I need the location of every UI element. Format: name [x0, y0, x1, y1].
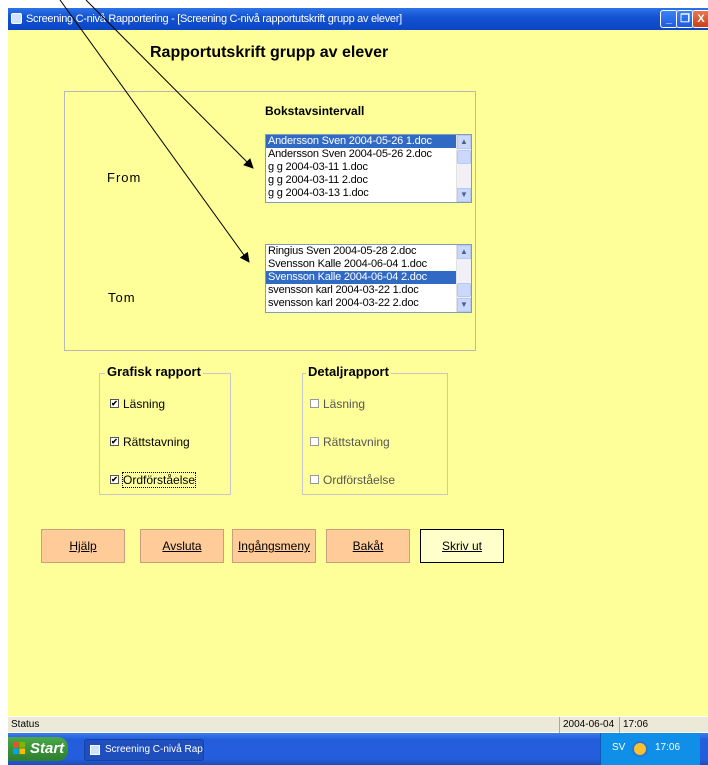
app-icon: [11, 13, 22, 24]
list-item[interactable]: Svensson Kalle 2004-06-04 2.doc: [266, 271, 456, 284]
taskbar-item-label: Screening C-nivå Rap...: [105, 744, 204, 755]
status-text: Status: [11, 719, 40, 730]
avsluta-button[interactable]: Avsluta: [140, 529, 224, 563]
interval-heading: Bokstavsintervall: [265, 104, 365, 118]
list-item[interactable]: g g 2004-03-11 1.doc: [266, 161, 456, 174]
list-item[interactable]: svensson karl 2004-03-22 2.doc: [266, 297, 456, 310]
list-item[interactable]: Andersson Sven 2004-05-26 1.doc: [266, 135, 456, 148]
tom-listbox[interactable]: Ringius Sven 2004-05-28 2.doc Svensson K…: [265, 244, 472, 313]
taskbar-item-screening[interactable]: Screening C-nivå Rap...: [84, 739, 204, 761]
tray-clock[interactable]: 17:06: [655, 742, 680, 753]
scroll-up-icon[interactable]: ▲: [457, 245, 471, 259]
grafisk-rattstavning-checkbox[interactable]: Rättstavning: [110, 436, 190, 449]
list-item[interactable]: svensson karl 2004-03-22 1.doc: [266, 284, 456, 297]
checkbox-checked-icon[interactable]: [110, 437, 119, 447]
list-item[interactable]: Ringius Sven 2004-05-28 2.doc: [266, 245, 456, 258]
from-label: From: [107, 170, 142, 185]
hjalp-button[interactable]: Hjälp: [41, 529, 125, 563]
scroll-up-icon[interactable]: ▲: [457, 135, 471, 149]
list-item[interactable]: Svensson Kalle 2004-06-04 1.doc: [266, 258, 456, 271]
network-icon[interactable]: [632, 741, 648, 757]
list-item[interactable]: g g 2004-03-11 2.doc: [266, 174, 456, 187]
from-scrollbar[interactable]: ▲ ▼: [456, 135, 471, 202]
tom-scrollbar[interactable]: ▲ ▼: [456, 245, 471, 312]
list-item[interactable]: g g 2004-03-13 1.doc: [266, 187, 456, 200]
language-indicator[interactable]: SV: [612, 742, 625, 753]
checkbox-unchecked-icon[interactable]: [310, 475, 319, 485]
scroll-thumb[interactable]: [457, 283, 471, 297]
status-date: 2004-06-04: [559, 717, 619, 733]
windows-logo-icon: [13, 742, 26, 755]
list-item[interactable]: Andersson Sven 2004-05-26 2.doc: [266, 148, 456, 161]
detalj-legend: Detaljrapport: [306, 364, 391, 379]
grafisk-lasning-checkbox[interactable]: Läsning: [110, 398, 165, 411]
page-title: Rapportutskrift grupp av elever: [150, 44, 389, 61]
checkbox-unchecked-icon[interactable]: [310, 399, 319, 409]
grafisk-ordforstaelse-checkbox[interactable]: Ordförståelse: [110, 472, 197, 488]
bakat-button[interactable]: Bakåt: [326, 529, 410, 563]
scroll-down-icon[interactable]: ▼: [457, 188, 471, 202]
start-button[interactable]: Start: [8, 737, 68, 761]
window-title: Screening C-nivå Rapportering - [Screeni…: [26, 13, 402, 25]
from-list-items: Andersson Sven 2004-05-26 1.doc Andersso…: [266, 135, 456, 200]
tom-list-items: Ringius Sven 2004-05-28 2.doc Svensson K…: [266, 245, 456, 310]
start-label: Start: [30, 740, 65, 757]
title-bar[interactable]: Screening C-nivå Rapportering - [Screeni…: [8, 8, 708, 30]
close-button[interactable]: X: [692, 10, 708, 28]
detalj-lasning-checkbox[interactable]: Läsning: [310, 398, 365, 411]
checkbox-checked-icon[interactable]: [110, 475, 119, 485]
app-icon: [90, 745, 100, 755]
tom-label: Tom: [108, 290, 136, 305]
skriv-ut-button[interactable]: Skriv ut: [420, 529, 504, 563]
grafisk-legend: Grafisk rapport: [105, 364, 203, 379]
scroll-thumb[interactable]: [457, 150, 471, 164]
checkbox-unchecked-icon[interactable]: [310, 437, 319, 447]
checkbox-checked-icon[interactable]: [110, 399, 119, 409]
detalj-ordforstaelse-checkbox[interactable]: Ordförståelse: [310, 474, 395, 487]
status-bar: Status 2004-06-04 17:06: [8, 716, 708, 733]
scroll-down-icon[interactable]: ▼: [457, 298, 471, 312]
detalj-rattstavning-checkbox[interactable]: Rättstavning: [310, 436, 390, 449]
ingangsmeny-button[interactable]: Ingångsmeny: [232, 529, 316, 563]
status-time: 17:06: [619, 717, 659, 733]
from-listbox[interactable]: Andersson Sven 2004-05-26 1.doc Andersso…: [265, 134, 472, 203]
